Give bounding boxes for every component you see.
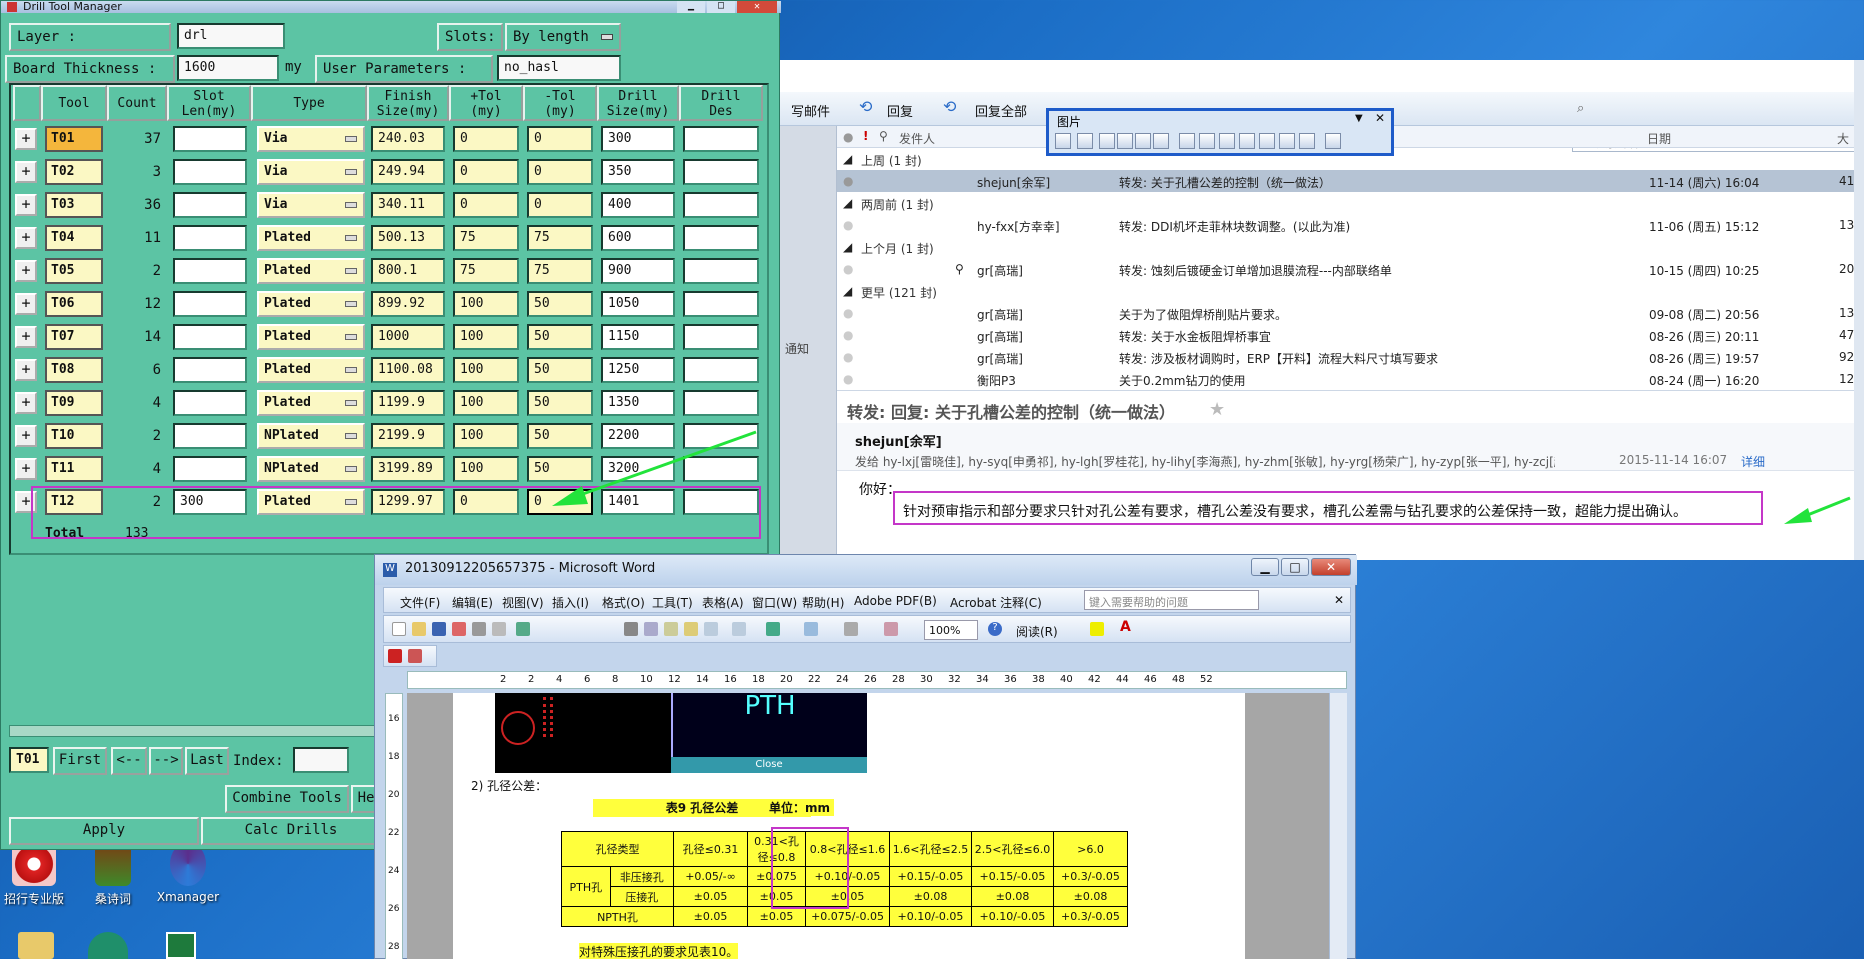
arrow-head [1784,508,1812,524]
annotation-arrows [552,430,1851,524]
arrow-head [552,486,588,506]
arrow-line [565,430,757,502]
